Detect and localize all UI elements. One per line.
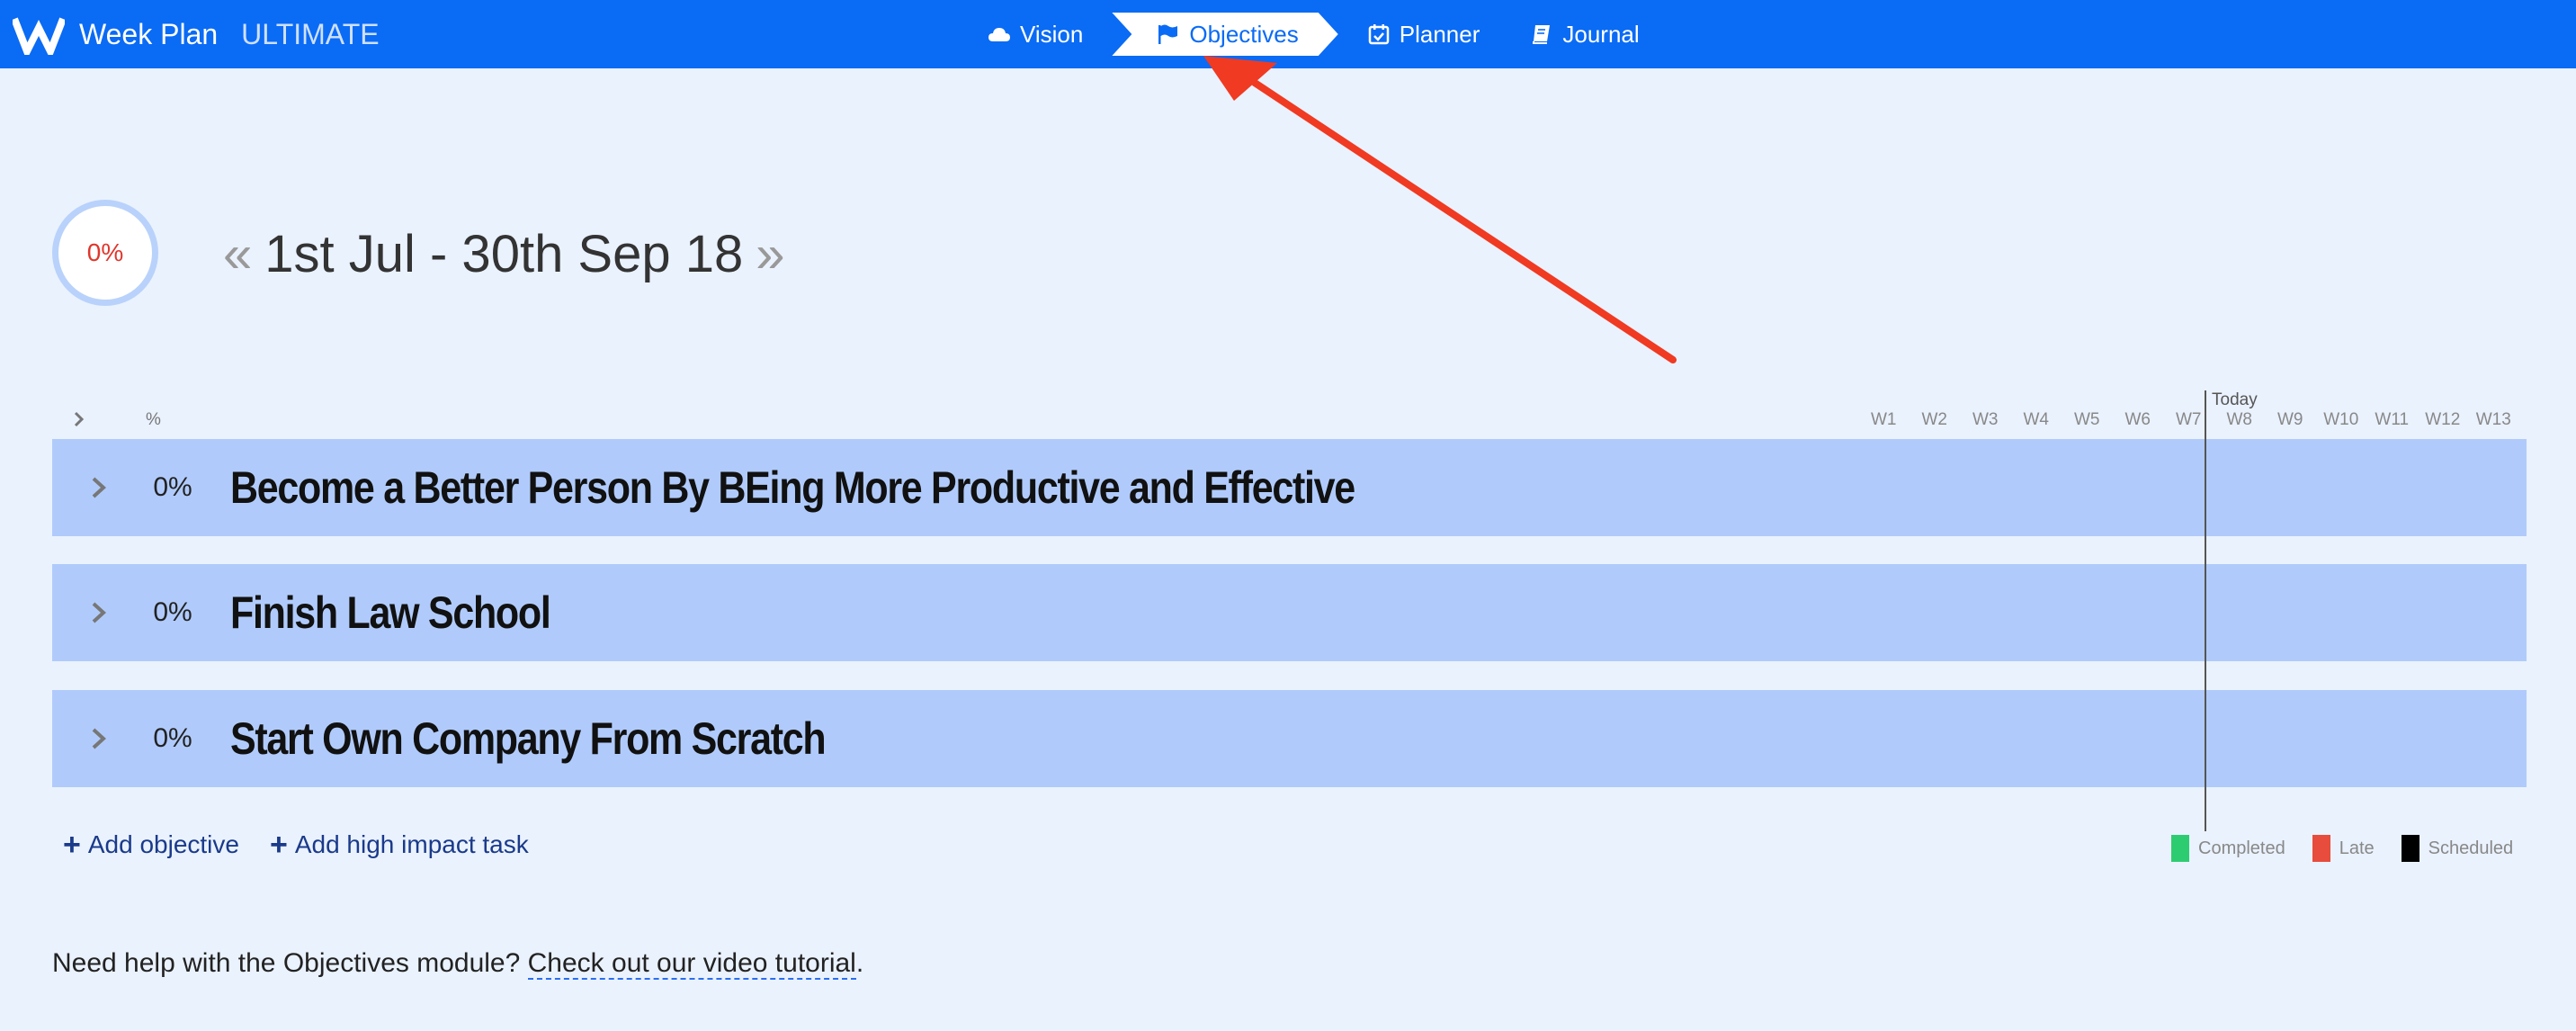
week-header: W10 [2323,410,2359,429]
add-high-impact-task-button[interactable]: + Add high impact task [270,829,529,860]
objective-row[interactable]: 0% Finish Law School [52,564,2527,661]
week-header: W7 [2176,410,2202,429]
legend-label: Scheduled [2428,838,2514,858]
add-objective-label: Add objective [87,830,239,858]
period-selector: « 1st Jul - 30th Sep 18 » [223,218,785,290]
previous-period-button[interactable]: « [223,224,252,284]
week-header: W1 [1871,410,1897,429]
nav-journal-label: Journal [1562,20,1640,48]
nav-objectives[interactable]: Objectives [1112,13,1337,56]
week-header: W8 [2226,410,2253,429]
objective-title[interactable]: Become a Better Person By BEing More Pro… [230,462,1355,514]
add-objective-button[interactable]: + Add objective [63,829,239,860]
objective-progress: 0% [153,723,192,753]
app-edition: ULTIMATE [241,17,380,50]
objective-row[interactable]: 0% Start Own Company From Scratch [52,690,2527,787]
expand-objective-button[interactable] [63,474,135,501]
main-nav: Vision Objectives Planner Journal [962,0,1665,68]
percent-column-header: % [146,410,161,429]
legend-label: Completed [2198,838,2285,858]
chevron-right-icon [92,728,106,749]
chevron-right-icon [92,477,106,498]
today-label: Today [2212,390,2258,409]
calendar-check-icon [1368,24,1389,45]
legend-scheduled: Scheduled [2401,835,2514,862]
overall-progress-circle: 0% [52,200,158,306]
objective-progress: 0% [153,597,192,627]
expand-all-button[interactable] [72,410,86,433]
week-header: W11 [2375,410,2410,429]
week-header: W2 [1921,410,1948,429]
week-plan-logo-icon [13,17,65,55]
expand-objective-button[interactable] [63,599,135,626]
week-header: W9 [2277,410,2303,429]
book-icon [1533,25,1551,44]
video-tutorial-link[interactable]: Check out our video tutorial [527,948,856,980]
today-marker-line [2205,390,2206,831]
cloud-icon [988,28,1010,41]
objective-row[interactable]: 0% Become a Better Person By BEing More … [52,439,2527,536]
period-title: 1st Jul - 30th Sep 18 [264,224,744,283]
nav-planner-label: Planner [1399,20,1480,48]
nav-vision-label: Vision [1020,20,1084,48]
plus-icon: + [269,828,288,862]
scheduled-swatch [2401,835,2419,862]
plus-icon: + [63,828,81,862]
status-legend: Completed Late Scheduled [2171,835,2529,862]
overall-progress-value: 0% [86,238,124,266]
app-name: Week Plan [79,17,219,50]
completed-swatch [2171,835,2189,862]
next-period-button[interactable]: » [756,224,784,284]
chevron-right-icon [92,602,106,623]
week-header: W6 [2124,410,2151,429]
week-header: W3 [1972,410,1999,429]
week-header: W5 [2074,410,2100,429]
help-suffix: . [855,948,864,978]
objective-title[interactable]: Start Own Company From Scratch [230,713,827,765]
week-header: W4 [2023,410,2050,429]
legend-late: Late [2312,835,2375,862]
expand-objective-button[interactable] [63,725,135,752]
legend-completed: Completed [2171,835,2285,862]
objective-progress: 0% [153,472,192,502]
week-header: W13 [2475,410,2511,429]
objective-title[interactable]: Finish Law School [230,587,551,639]
week-header: W12 [2425,410,2461,429]
nav-objectives-label: Objectives [1189,20,1299,48]
late-swatch [2312,835,2330,862]
flag-icon [1157,23,1180,45]
help-text: Need help with the Objectives module? Ch… [52,948,864,980]
help-prefix: Need help with the Objectives module? [52,948,528,978]
top-navigation-bar: Week Plan ULTIMATE Vision Objectives Plan… [0,0,2576,68]
nav-vision[interactable]: Vision [962,13,1108,56]
week-column-headers: W1 W2 W3 W4 W5 W6 W7 W8 W9 W10 W11 W12 W… [1858,410,2519,430]
legend-label: Late [2339,838,2375,858]
add-high-impact-task-label: Add high impact task [294,830,529,858]
nav-planner[interactable]: Planner [1342,13,1506,56]
nav-journal[interactable]: Journal [1505,13,1664,56]
chevron-right-icon [74,411,85,427]
brand[interactable]: Week Plan ULTIMATE [13,7,380,61]
objective-actions: + Add objective + Add high impact task [63,829,529,860]
